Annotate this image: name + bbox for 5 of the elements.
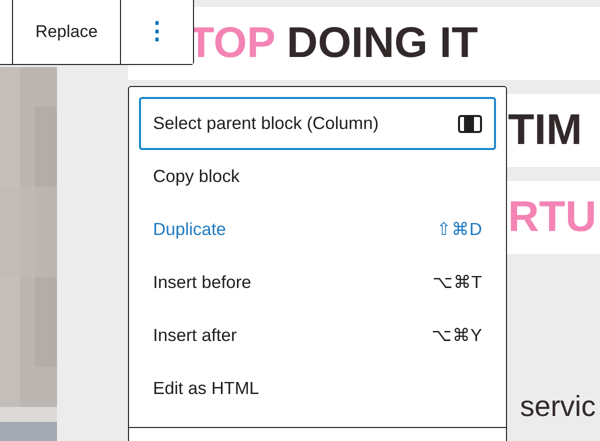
- body-text: servic: [520, 390, 596, 422]
- heading-text: RTU: [508, 193, 596, 241]
- menu-item[interactable]: Select parent block (Column): [139, 97, 496, 150]
- heading-text: TIM: [508, 106, 582, 154]
- column-icon: [458, 114, 482, 132]
